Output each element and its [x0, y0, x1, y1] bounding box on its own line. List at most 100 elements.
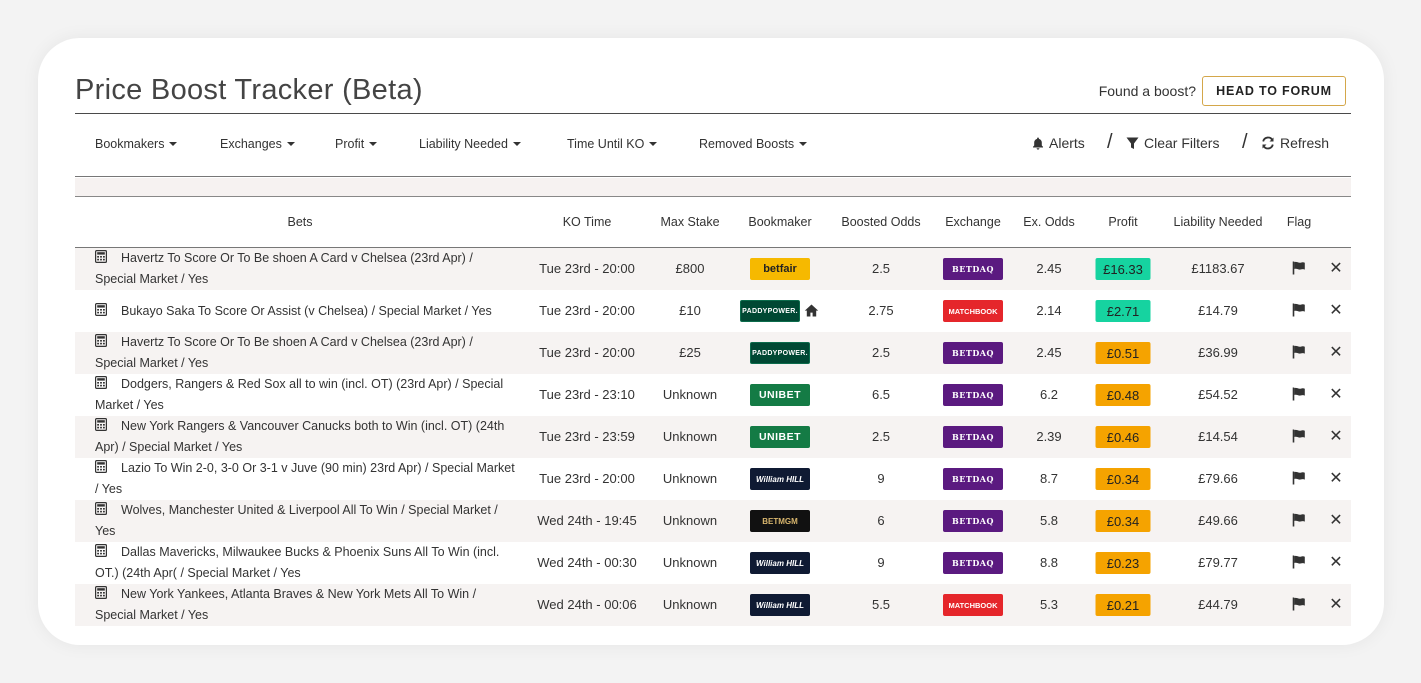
calculator-icon[interactable]	[95, 586, 107, 599]
calculator-icon[interactable]	[95, 376, 107, 389]
exchange-odds: 2.39	[1036, 429, 1062, 444]
calculator-icon[interactable]	[95, 544, 107, 557]
flag-icon[interactable]	[1292, 303, 1306, 322]
home-icon	[804, 304, 819, 322]
exchange-odds: 8.7	[1039, 471, 1059, 486]
boosted-odds: 2.75	[868, 303, 894, 318]
caret-down-icon	[369, 141, 378, 146]
filter-liability-needed[interactable]: Liability Needed	[419, 137, 521, 151]
filter-bookmakers[interactable]: Bookmakers	[95, 137, 178, 151]
refresh-label: Refresh	[1280, 135, 1330, 151]
filter-removed-boosts[interactable]: Removed Boosts	[699, 137, 808, 151]
betdaq-logo: BETDAQ	[943, 384, 1003, 406]
bet-description: Wolves, Manchester United & Liverpool Al…	[95, 500, 515, 542]
exchange-odds: 2.45	[1036, 261, 1062, 276]
refresh-button[interactable]: Refresh	[1261, 135, 1329, 151]
bet-text: Bukayo Saka To Score Or Assist (v Chelse…	[121, 304, 492, 318]
exchange-logo-text: BETDAQ	[952, 390, 994, 400]
william-hill-logo: William HILL	[750, 552, 810, 574]
flag-icon[interactable]	[1292, 429, 1306, 448]
matchbook-logo: MATCHBOOK	[943, 300, 1003, 322]
filter-profit[interactable]: Profit	[335, 137, 378, 151]
toolbar-separator: /	[1107, 131, 1113, 153]
max-stake: Unknown	[662, 429, 718, 444]
alerts-button[interactable]: Alerts	[1032, 135, 1085, 151]
refresh-icon	[1262, 136, 1274, 150]
profit-badge: £0.48	[1095, 384, 1151, 406]
col-max-stake[interactable]: Max Stake	[660, 215, 719, 229]
boosted-odds: 6	[877, 513, 885, 528]
exchange-logo-text: BETDAQ	[952, 474, 994, 484]
exchange-odds: 5.3	[1039, 597, 1059, 612]
col-ex-odds[interactable]: Ex. Odds	[1023, 215, 1074, 229]
calculator-icon[interactable]	[95, 418, 107, 431]
profit-badge: £2.71	[1095, 300, 1151, 322]
col-ko-time[interactable]: KO Time	[563, 215, 612, 229]
profit-badge: £0.34	[1095, 510, 1151, 532]
remove-boost-icon[interactable]: ✕	[1329, 300, 1342, 320]
liability-needed: £14.79	[1198, 303, 1238, 318]
filter-icon	[1126, 137, 1139, 149]
col-boosted-odds[interactable]: Boosted Odds	[841, 215, 920, 229]
head-to-forum-button[interactable]: HEAD TO FORUM	[1202, 76, 1346, 106]
caret-down-icon	[799, 141, 808, 146]
table-row: Bukayo Saka To Score Or Assist (v Chelse…	[75, 290, 1351, 332]
remove-boost-icon[interactable]: ✕	[1329, 258, 1342, 278]
bet-description: Havertz To Score Or To Be shoen A Card v…	[95, 248, 515, 290]
liability-needed: £14.54	[1198, 429, 1238, 444]
col-exchange[interactable]: Exchange	[945, 215, 1001, 229]
remove-boost-icon[interactable]: ✕	[1329, 510, 1342, 530]
remove-boost-icon[interactable]: ✕	[1329, 342, 1342, 362]
ko-time: Tue 23rd - 20:00	[539, 261, 635, 276]
filter-time-until-ko[interactable]: Time Until KO	[567, 137, 658, 151]
remove-boost-icon[interactable]: ✕	[1329, 552, 1342, 572]
col-bookmaker[interactable]: Bookmaker	[748, 215, 811, 229]
table-row: Havertz To Score Or To Be shoen A Card v…	[75, 248, 1351, 290]
col-profit[interactable]: Profit	[1108, 215, 1137, 229]
paddypower-logo: PADDYPOWER.	[750, 342, 810, 364]
filter-label: Bookmakers	[95, 137, 165, 151]
max-stake: £10	[679, 303, 701, 318]
remove-boost-icon[interactable]: ✕	[1329, 594, 1342, 614]
bookmaker-logo-text: BETMGM	[762, 516, 798, 526]
table-header: Bets KO Time Max Stake Bookmaker Boosted…	[75, 198, 1351, 248]
ko-time: Tue 23rd - 20:00	[539, 303, 635, 318]
flag-icon[interactable]	[1292, 597, 1306, 616]
flag-icon[interactable]	[1292, 387, 1306, 406]
flag-icon[interactable]	[1292, 261, 1306, 280]
boosted-odds: 2.5	[871, 345, 891, 360]
remove-boost-icon[interactable]: ✕	[1329, 468, 1342, 488]
bet-description: Dodgers, Rangers & Red Sox all to win (i…	[95, 374, 515, 416]
found-boost-text: Found a boost?	[1098, 83, 1196, 99]
liability-needed: £1183.67	[1191, 261, 1245, 276]
bookmaker-logo-text: UNIBET	[758, 388, 802, 401]
calculator-icon[interactable]	[95, 334, 107, 347]
flag-icon[interactable]	[1292, 345, 1306, 364]
exchange-odds: 5.8	[1039, 513, 1059, 528]
filter-exchanges[interactable]: Exchanges	[220, 137, 295, 151]
calculator-icon[interactable]	[95, 502, 107, 515]
max-stake: £800	[675, 261, 705, 276]
ko-time: Wed 24th - 19:45	[537, 513, 637, 528]
betdaq-logo: BETDAQ	[943, 426, 1003, 448]
bell-icon	[1033, 137, 1043, 150]
table-row: New York Yankees, Atlanta Braves & New Y…	[75, 584, 1351, 626]
exchange-odds: 2.45	[1036, 345, 1062, 360]
flag-icon[interactable]	[1292, 513, 1306, 532]
flag-icon[interactable]	[1292, 555, 1306, 574]
remove-boost-icon[interactable]: ✕	[1329, 426, 1342, 446]
bet-text: New York Yankees, Atlanta Braves & New Y…	[95, 587, 477, 622]
col-liability-needed[interactable]: Liability Needed	[1174, 215, 1263, 229]
calculator-icon[interactable]	[95, 460, 107, 473]
betdaq-logo: BETDAQ	[943, 342, 1003, 364]
col-bets[interactable]: Bets	[287, 215, 312, 229]
caret-down-icon	[649, 141, 658, 146]
exchange-logo-text: MATCHBOOK	[948, 600, 998, 610]
clear-filters-button[interactable]: Clear Filters	[1126, 135, 1219, 151]
col-flag: Flag	[1286, 215, 1312, 229]
calculator-icon[interactable]	[95, 250, 107, 263]
william-hill-logo: William HILL	[750, 468, 810, 490]
calculator-icon[interactable]	[95, 303, 107, 316]
flag-icon[interactable]	[1292, 471, 1306, 490]
remove-boost-icon[interactable]: ✕	[1329, 384, 1342, 404]
